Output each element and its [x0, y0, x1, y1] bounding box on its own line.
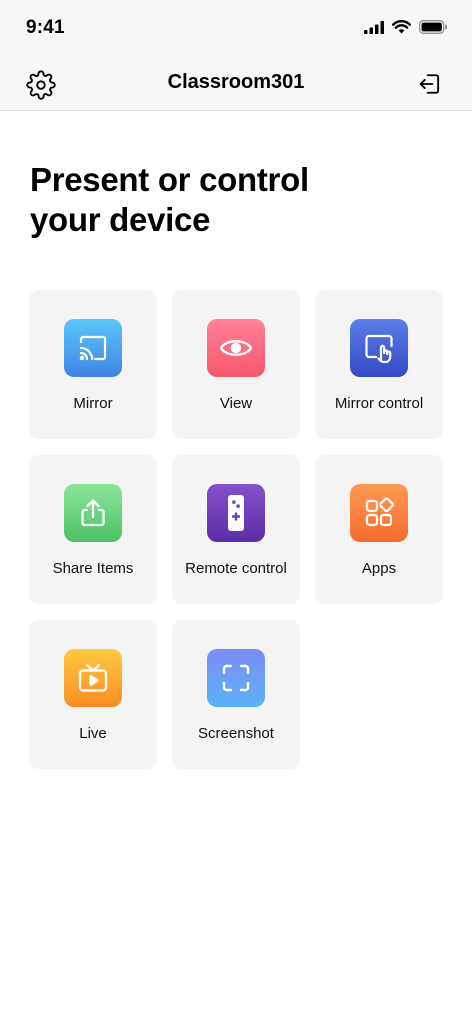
battery-icon: [419, 20, 448, 34]
tile-label: Mirror control: [334, 395, 424, 412]
nav-bar: Classroom301: [0, 56, 472, 111]
tile-label: Mirror: [73, 395, 113, 412]
tile-label: View: [219, 395, 253, 412]
cellular-signal-icon: [364, 20, 384, 34]
sign-out-icon: [416, 70, 444, 98]
screenshot-tile[interactable]: Screenshot: [172, 620, 300, 769]
tile-label: Remote control: [185, 560, 287, 577]
status-bar: 9:41: [0, 0, 472, 56]
status-icons: [364, 20, 448, 34]
wifi-icon: [392, 20, 411, 34]
tile-label: Share Items: [52, 560, 134, 577]
sign-out-button[interactable]: [416, 70, 444, 98]
page-title: Classroom301: [167, 71, 305, 93]
tile-label: Apps: [361, 560, 397, 577]
action-grid: Mirror View Mirror control Share Items R…: [29, 290, 443, 769]
live-tile[interactable]: Live: [29, 620, 157, 769]
remote-icon: [207, 484, 265, 542]
screenshot-icon: [207, 649, 265, 707]
share-items-tile[interactable]: Share Items: [29, 455, 157, 604]
status-time: 9:41: [26, 17, 65, 38]
section-heading: Present or control your device: [30, 161, 309, 238]
apps-tile[interactable]: Apps: [315, 455, 443, 604]
tv-icon: [64, 649, 122, 707]
view-tile[interactable]: View: [172, 290, 300, 439]
screen-touch-icon: [350, 319, 408, 377]
tile-label: Screenshot: [198, 725, 274, 742]
eye-icon: [207, 319, 265, 377]
cast-icon: [64, 319, 122, 377]
mirror-control-tile[interactable]: Mirror control: [315, 290, 443, 439]
mirror-tile[interactable]: Mirror: [29, 290, 157, 439]
remote-control-tile[interactable]: Remote control: [172, 455, 300, 604]
share-icon: [64, 484, 122, 542]
apps-icon: [350, 484, 408, 542]
tile-label: Live: [79, 725, 107, 742]
